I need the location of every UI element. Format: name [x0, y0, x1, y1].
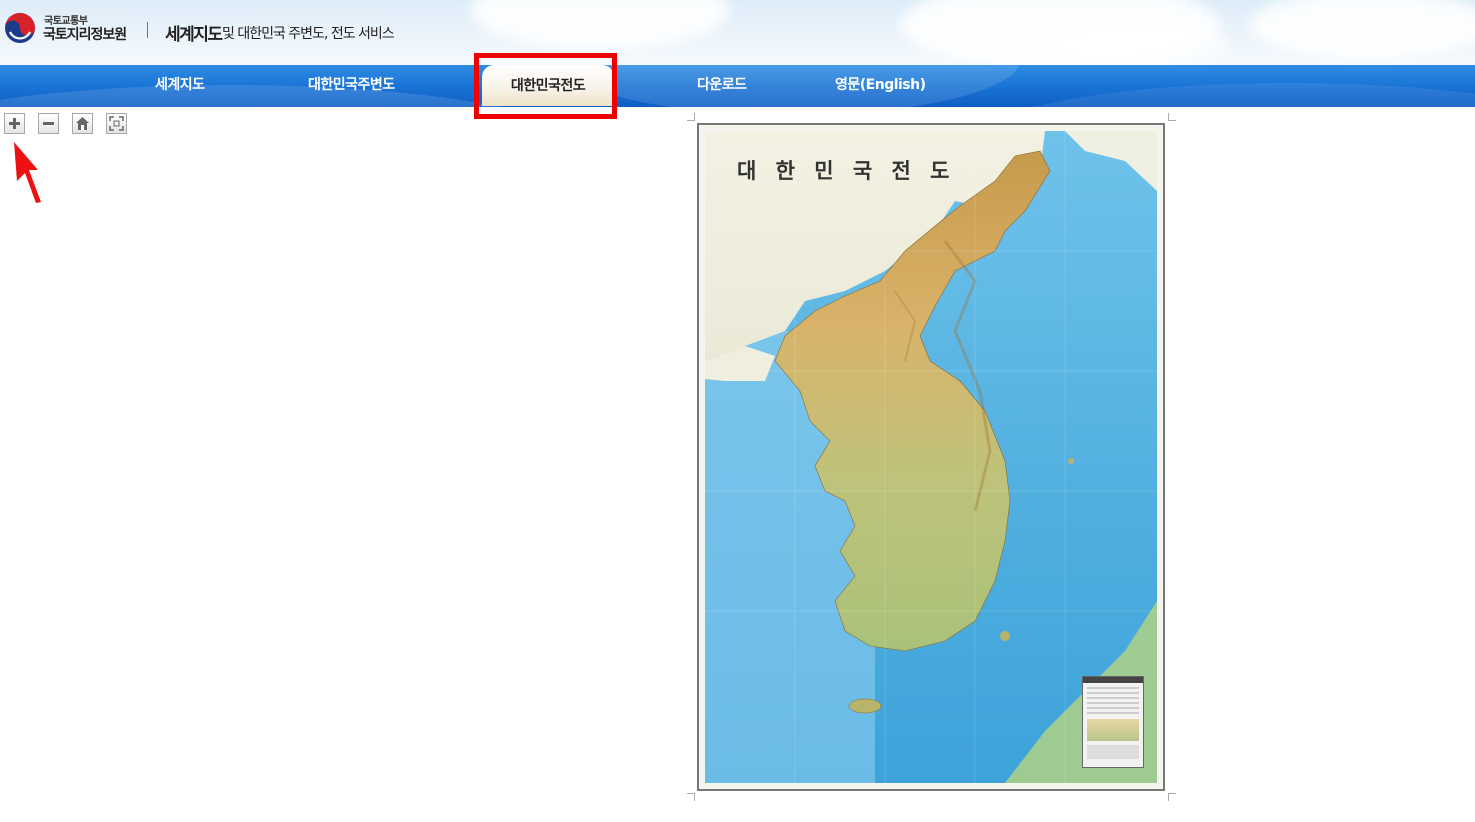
korea-map-image[interactable]: 대 한 민 국 전 도: [705, 131, 1157, 783]
crop-mark: [1168, 793, 1176, 801]
full-extent-icon: [109, 116, 124, 131]
service-subtitle: 및 대한민국 주변도, 전도 서비스: [222, 26, 395, 42]
home-icon: [76, 117, 89, 130]
map-legend: [1082, 676, 1144, 768]
nav-download[interactable]: 다운로드: [697, 65, 747, 107]
full-extent-button[interactable]: [106, 113, 127, 134]
nav-english[interactable]: 영문(English): [835, 65, 926, 107]
crop-mark: [687, 793, 695, 801]
crop-mark: [1168, 113, 1176, 121]
crop-mark: [687, 113, 695, 121]
zoom-out-button[interactable]: [38, 113, 59, 134]
map-title: 대 한 민 국 전 도: [737, 159, 956, 183]
main-nav: 세계지도 대한민국주변도 다운로드 영문(English): [0, 65, 1475, 107]
service-title: 세계지도: [165, 25, 223, 45]
korea-map-viewer[interactable]: 대 한 민 국 전 도: [697, 123, 1165, 791]
zoom-out-icon: [43, 122, 54, 125]
nav-korea-surroundings[interactable]: 대한민국주변도: [308, 65, 395, 107]
home-button[interactable]: [72, 113, 93, 134]
nav-world-map[interactable]: 세계지도: [155, 65, 205, 107]
zoom-in-icon: [9, 118, 20, 129]
annotation-highlight-box: [474, 53, 617, 119]
zoom-in-button[interactable]: [4, 113, 25, 134]
header-divider: [147, 22, 148, 38]
organization-name[interactable]: 국토지리정보원: [43, 24, 127, 44]
annotation-arrow-icon: [14, 142, 41, 203]
government-logo-icon[interactable]: [4, 12, 36, 44]
site-header: 국토교통부 국토지리정보원 세계지도 및 대한민국 주변도, 전도 서비스: [0, 0, 1475, 65]
